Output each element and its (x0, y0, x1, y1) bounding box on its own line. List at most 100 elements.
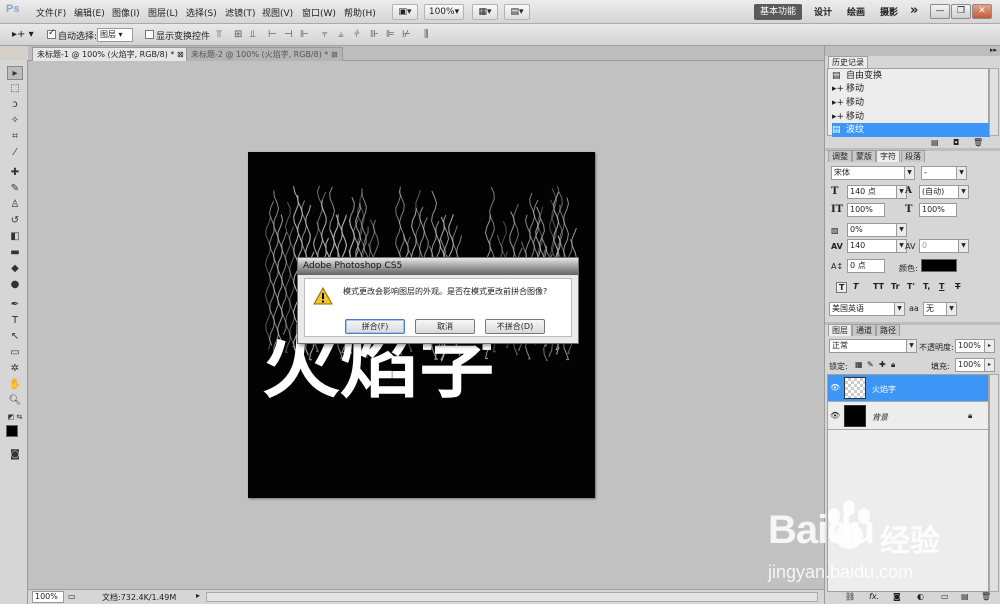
eyedropper-tool-icon[interactable]: ⁄ (7, 146, 23, 160)
cancel-button[interactable]: 取消 (415, 319, 475, 334)
align-right-icon[interactable]: ⊩ (300, 29, 309, 40)
chevron-down-icon[interactable]: ▼ (958, 185, 969, 199)
blur-tool-icon[interactable]: ◆ (7, 262, 23, 276)
tab-channels[interactable]: 通道 (852, 324, 876, 336)
horizontal-scale-field[interactable]: 100% (919, 203, 957, 217)
menu-select[interactable]: 选择(S) (186, 6, 217, 19)
auto-select-checkbox[interactable]: ✓ (47, 28, 56, 39)
dont-flatten-button[interactable]: 不拼合(D) (485, 319, 545, 334)
arrange-button[interactable]: ▦▾ (472, 4, 498, 20)
3d-rotate-tool-icon[interactable]: ✲ (7, 362, 23, 376)
workspace-photography[interactable]: 摄影 (880, 5, 898, 18)
menu-image[interactable]: 图像(I) (112, 6, 140, 19)
kerning-field[interactable]: 0 (919, 239, 959, 253)
chevron-down-icon[interactable]: ▼ (956, 166, 967, 180)
chevron-down-icon[interactable]: ▼ (906, 339, 917, 353)
align-left-icon[interactable]: ⊢ (268, 29, 277, 40)
blend-mode-dropdown[interactable]: 正常 (829, 339, 907, 353)
tab-masks[interactable]: 蒙版 (852, 150, 876, 162)
faux-italic-button[interactable]: T (853, 282, 858, 291)
eye-icon[interactable]: 👁︎ (830, 383, 840, 392)
chevron-down-icon[interactable]: ▼ (958, 239, 969, 253)
shape-tool-icon[interactable]: ▭ (7, 346, 23, 360)
collapse-icon[interactable]: ▸▸ (990, 46, 997, 54)
history-brush-tool-icon[interactable]: ↺ (7, 214, 23, 228)
default-colors-icon[interactable]: ◩ ⇆ (7, 410, 23, 424)
clone-stamp-tool-icon[interactable]: ♙ (7, 198, 23, 212)
menu-view[interactable]: 视图(V) (262, 6, 293, 19)
align-hcenter-icon[interactable]: ⊣ (284, 29, 293, 40)
workspace-painting[interactable]: 绘画 (847, 5, 865, 18)
chevron-right-icon[interactable]: ▸ (984, 339, 995, 353)
small-caps-button[interactable]: Tr (891, 282, 900, 291)
tsume-field[interactable]: 0% (847, 223, 897, 237)
menu-help[interactable]: 帮助(H) (344, 6, 376, 19)
history-item-selected[interactable]: ▤ 波纹 (832, 123, 990, 137)
brush-tool-icon[interactable]: ✎ (7, 182, 23, 196)
flatten-button[interactable]: 拼合(F) (345, 319, 405, 334)
horizontal-scrollbar[interactable] (206, 592, 818, 602)
tab-paragraph[interactable]: 段落 (901, 150, 925, 162)
faux-bold-button[interactable]: T (836, 282, 848, 293)
tab-history[interactable]: 历史记录 (828, 56, 868, 68)
underline-button[interactable]: T (939, 282, 944, 291)
language-dropdown[interactable]: 美国英语 (829, 302, 895, 316)
minimize-icon[interactable]: — (930, 4, 950, 19)
quick-mask-icon[interactable]: ◙ (7, 448, 23, 462)
opacity-field[interactable]: 100% (955, 339, 985, 353)
strikethrough-button[interactable]: T (955, 282, 960, 291)
chevron-down-icon[interactable]: ▼ (904, 166, 915, 180)
lasso-tool-icon[interactable]: ↄ (7, 98, 23, 112)
show-transform-checkbox[interactable] (145, 30, 154, 39)
new-document-from-state-icon[interactable]: ▤ (931, 138, 939, 147)
superscript-button[interactable]: T' (907, 282, 915, 291)
layer-row-background[interactable]: 👁︎ 背景 🔒︎ (828, 403, 988, 430)
fill-field[interactable]: 100% (955, 358, 985, 372)
auto-align-icon[interactable]: ⫼ (424, 29, 429, 40)
font-style-dropdown[interactable]: - (921, 166, 957, 180)
menu-edit[interactable]: 编辑(E) (74, 6, 105, 19)
restore-icon[interactable]: ❐ (951, 4, 971, 19)
baseline-shift-field[interactable]: 0 点 (847, 259, 885, 273)
move-tool-icon[interactable]: ▸ (7, 66, 23, 80)
distribute-left-icon[interactable]: ⊪ (370, 29, 379, 40)
align-top-icon[interactable]: ⫪ (216, 29, 222, 40)
align-bottom-icon[interactable]: ⫫ (250, 29, 256, 40)
chevron-down-icon[interactable]: ▼ (896, 223, 907, 237)
new-layer-icon[interactable]: ▤ (961, 592, 969, 601)
marquee-tool-icon[interactable]: ⬚ (7, 82, 23, 96)
antialias-dropdown[interactable]: 无 (923, 302, 947, 316)
font-family-dropdown[interactable]: 宋体 (831, 166, 907, 180)
magic-wand-tool-icon[interactable]: ✧ (7, 114, 23, 128)
chevron-down-icon[interactable]: ▼ (894, 302, 905, 316)
auto-select-dropdown[interactable]: 图层 ▾ (97, 28, 133, 42)
healing-brush-tool-icon[interactable]: ✚ (7, 166, 23, 180)
history-item[interactable]: ▸+ 移动 (832, 110, 990, 124)
menu-file[interactable]: 文件(F) (36, 6, 66, 19)
history-scrollbar[interactable] (989, 68, 999, 136)
info-icon[interactable]: ▭ (68, 592, 76, 601)
text-color-swatch[interactable] (921, 259, 957, 272)
layer-style-icon[interactable]: fx. (869, 592, 879, 601)
hand-tool-icon[interactable]: ✋ (7, 378, 23, 392)
history-item[interactable]: ▸+ 移动 (832, 96, 990, 110)
chevron-right-icon[interactable]: ▸ (984, 358, 995, 372)
new-group-icon[interactable]: ▭ (941, 592, 949, 601)
new-snapshot-icon[interactable]: ◘ (953, 138, 959, 147)
close-icon[interactable]: ✕ (972, 4, 992, 19)
screen-mode-button[interactable]: ▣▾ (392, 4, 418, 20)
tracking-field[interactable]: 140 (847, 239, 897, 253)
path-selection-tool-icon[interactable]: ↖ (7, 330, 23, 344)
chevron-down-icon[interactable]: ▼ (946, 302, 957, 316)
vertical-scale-field[interactable]: 100% (847, 203, 885, 217)
status-menu-arrow-icon[interactable]: ▸ (196, 591, 200, 600)
lock-position-icon[interactable]: ✚ (879, 360, 886, 369)
workspace-design[interactable]: 设计 (814, 5, 832, 18)
menu-window[interactable]: 窗口(W) (302, 6, 336, 19)
layers-scrollbar[interactable] (989, 374, 999, 592)
delete-layer-icon[interactable]: 🗑︎ (981, 592, 991, 601)
status-zoom-field[interactable]: 100% (32, 591, 64, 603)
font-size-field[interactable]: 140 点 (847, 185, 897, 199)
menu-filter[interactable]: 滤镜(T) (225, 6, 256, 19)
zoom-dropdown[interactable]: 100%▾ (424, 4, 464, 20)
